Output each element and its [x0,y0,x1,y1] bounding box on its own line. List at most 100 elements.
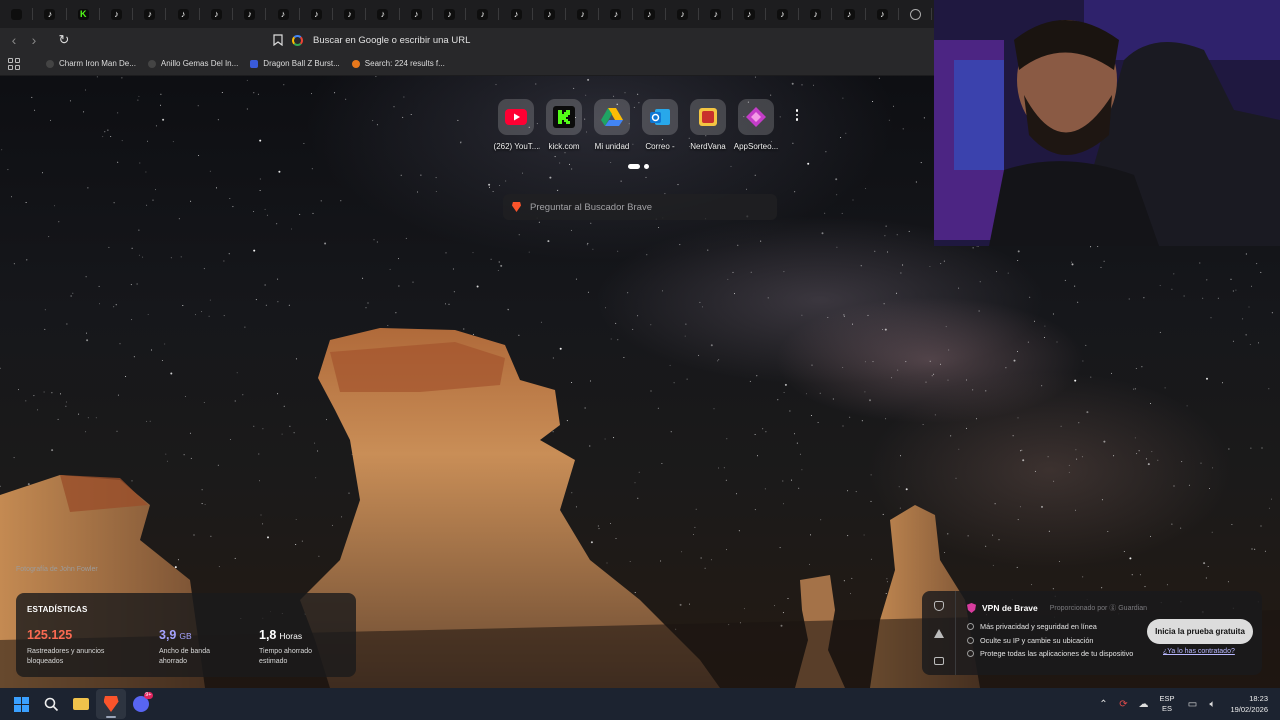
vpn-feature-list: Más privacidad y seguridad en línea Ocul… [967,620,1133,661]
brave-taskbar-button[interactable] [96,689,126,719]
appsorteo-icon [738,99,774,135]
browser-tab[interactable] [832,0,867,28]
browser-tab[interactable] [699,0,733,28]
top-site-tile[interactable]: NerdVana [687,99,729,151]
browser-tab[interactable] [0,0,34,28]
photo-credit[interactable]: Fotografía de John Fowler [16,566,98,573]
stat-value: 3,9 [159,628,177,642]
tab-strip: K [0,0,934,28]
google-icon [292,34,303,46]
language-line: ESP [1159,694,1175,703]
bookmark-item[interactable]: Search: 224 results f... [346,54,451,74]
favicon-icon [46,59,54,68]
browser-tab[interactable] [566,0,600,28]
bookmark-label: Charm Iron Man De... [59,59,136,68]
nerdvana-icon [690,99,726,135]
top-site-tile[interactable]: kick.com [543,99,585,151]
onedrive-icon[interactable]: ☁ [1133,688,1153,720]
bookmark-item[interactable]: Anillo Gemas Del In... [142,54,244,74]
tiktok-icon [210,8,222,20]
back-button[interactable]: ‹ [4,30,24,50]
clock-time: 18:23 [1249,694,1268,703]
outlook-icon [642,99,678,135]
browser-tab[interactable] [633,0,667,28]
sync-icon[interactable]: ⟳ [1113,688,1133,720]
warning-icon[interactable] [934,629,944,638]
tiktok-icon [843,8,855,20]
volume-icon[interactable]: 🔈︎ [1202,688,1222,720]
top-site-tile[interactable]: Correo - [639,99,681,151]
tiktok-icon [543,8,555,20]
network-icon[interactable]: ▭ [1182,688,1202,720]
tiktok-icon [677,8,689,20]
bookmark-button[interactable] [270,32,286,48]
browser-tab[interactable] [233,0,267,28]
pager-dot-active[interactable] [628,164,640,169]
top-site-tile[interactable]: AppSorteo... [734,99,778,151]
taskbar-search-button[interactable] [36,689,66,719]
bookmark-item[interactable]: Dragon Ball Z Burst... [244,54,345,74]
forward-button[interactable]: › [24,30,44,50]
card-icon[interactable] [934,657,944,665]
discord-badge: 9+ [143,692,153,699]
tiktok-icon [577,8,589,20]
browser-tab[interactable] [466,0,500,28]
apps-grid-icon[interactable] [8,57,20,70]
stat-desc-line: Tiempo ahorrado [259,648,313,655]
bookmark-label: Search: 224 results f... [364,59,445,68]
browser-tab[interactable] [866,0,900,28]
browser-tab[interactable] [333,0,367,28]
browser-tab[interactable] [666,0,700,28]
webcam-overlay [934,0,1280,246]
start-button[interactable] [6,689,36,719]
windows-start-icon [13,696,29,712]
discord-taskbar-button[interactable]: 9+ [126,689,156,719]
browser-tab[interactable] [33,0,67,28]
stat-value: 1,8 [259,628,277,642]
browser-tab[interactable] [200,0,234,28]
stat-desc-line: Rastreadores y anuncios [27,648,105,655]
browser-tab[interactable] [599,0,633,28]
more-options-icon[interactable] [792,109,802,121]
top-site-tile[interactable]: (262) YouT... [493,99,539,151]
browser-tab[interactable] [433,0,467,28]
brave-lion-icon [512,202,521,212]
browser-tab[interactable] [400,0,434,28]
reload-button[interactable]: ↻ [54,30,74,50]
clock[interactable]: 18:23 19/02/2026 [1230,693,1268,715]
vpn-title: VPN de Brave [982,603,1038,613]
stat-value: 125.125 [27,628,73,642]
browser-tab[interactable] [499,0,534,28]
browser-tab[interactable] [300,0,334,28]
dragonball-icon [250,59,259,68]
browser-tab[interactable] [366,0,400,28]
browser-tab[interactable] [766,0,800,28]
vpn-already-subscribed-link[interactable]: ¿Ya lo has contratado? [1163,648,1235,655]
chevron-up-icon[interactable]: ⌃ [1093,688,1113,720]
kick-icon [546,99,582,135]
vpn-trial-button[interactable]: Inicia la prueba gratuita [1147,619,1253,644]
tiktok-icon [377,8,389,20]
browser-tab[interactable] [733,0,767,28]
brave-search-box[interactable]: Preguntar al Buscador Brave [503,194,777,220]
shield-icon[interactable] [934,601,944,611]
top-site-label: (262) YouT... [493,142,539,151]
top-site-tile[interactable]: Mi unidad [591,99,633,151]
browser-tab[interactable] [799,0,833,28]
browser-tab[interactable] [133,0,167,28]
browser-tab[interactable]: K [67,0,101,28]
browser-tab[interactable] [100,0,134,28]
vpn-header: VPN de Brave Proporcionado por ⓖ Guardia… [967,603,1147,613]
address-bar[interactable]: Buscar en Google o escribir una URL [292,30,470,50]
browser-tab[interactable] [533,0,567,28]
stat-desc-line: bloqueados [27,658,64,665]
chevron-left-icon: ‹ [11,32,17,48]
tiktok-icon [643,8,655,20]
file-explorer-button[interactable] [66,689,96,719]
language-indicator[interactable]: ESP ES [1159,694,1174,714]
browser-tab[interactable] [266,0,300,28]
pager-dot[interactable] [644,164,649,169]
browser-tab[interactable] [899,0,933,28]
browser-tab[interactable] [166,0,201,28]
bookmark-item[interactable]: Charm Iron Man De... [40,54,142,74]
